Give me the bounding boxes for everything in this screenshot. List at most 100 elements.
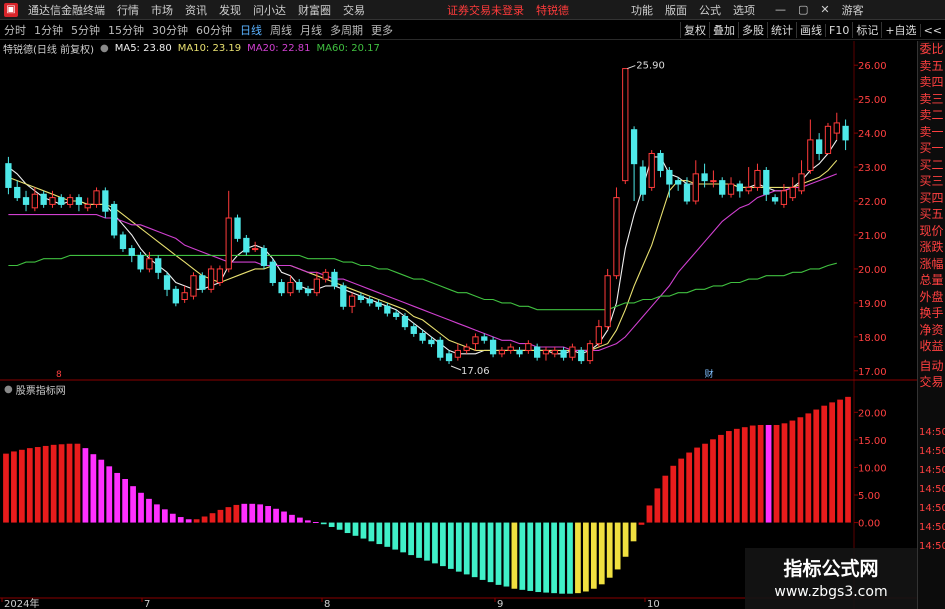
side-panel-item[interactable]: 卖一 (918, 124, 945, 141)
candle-body (269, 261, 276, 284)
watermark-title: 指标公式网 (783, 558, 879, 580)
minimize-icon[interactable]: — (769, 3, 792, 16)
menu-item-exchange[interactable]: 市场 (145, 2, 179, 18)
time-label: 14:50 (919, 541, 945, 552)
candle-body (736, 183, 743, 192)
candle-body (40, 193, 47, 205)
histogram-bar (392, 522, 399, 550)
histogram-bar (622, 522, 629, 557)
histogram-bar (249, 503, 256, 523)
time-label: 14:50 (919, 503, 945, 514)
menu-item-wealth[interactable]: 财富圈 (292, 2, 337, 18)
period-tab-60min[interactable]: 60分钟 (192, 22, 236, 38)
side-panel-item[interactable]: 换手 (918, 305, 945, 322)
menu-item-ask[interactable]: 问小达 (247, 2, 292, 18)
settings-dot-icon[interactable]: ● (4, 384, 13, 395)
side-panel-item[interactable]: 涨跌 (918, 239, 945, 256)
side-panel-item[interactable]: 净资 (918, 322, 945, 339)
candle-body (578, 349, 585, 362)
menu-item-layout[interactable]: 版面 (659, 2, 693, 18)
histogram-bar (289, 514, 295, 523)
candle-body (340, 285, 347, 307)
watermark-url: www.zbgs3.com (774, 584, 888, 600)
histogram-bar (646, 505, 653, 523)
period-toolbar: 分时 1分钟 5分钟 15分钟 30分钟 60分钟 日线 周线 月线 多周期 更… (0, 21, 945, 40)
candle-body (675, 180, 682, 185)
side-panel-item[interactable]: 总量 (918, 272, 945, 289)
x-tick-label: 9 (497, 599, 503, 609)
side-panel-item[interactable]: 买五 (918, 206, 945, 223)
candle-body (75, 197, 83, 205)
side-panel-item[interactable]: 卖五 (918, 58, 945, 75)
histogram-bar (26, 448, 33, 523)
period-tab-5min[interactable]: 5分钟 (67, 22, 104, 38)
period-tab-weekly[interactable]: 周线 (266, 22, 296, 38)
add-watchlist-button[interactable]: +自选 (881, 22, 919, 38)
close-icon[interactable]: ✕ (814, 3, 835, 16)
adjust-button[interactable]: 复权 (680, 22, 709, 38)
histogram-bar (487, 522, 494, 583)
menu-item-formula[interactable]: 公式 (693, 2, 727, 18)
collapse-panel-button[interactable]: << (919, 23, 945, 37)
side-panel-item[interactable]: 卖二 (918, 107, 945, 124)
period-tab-more[interactable]: 更多 (367, 22, 397, 38)
side-panel-item[interactable]: 现价 (918, 223, 945, 240)
menu-item-trade[interactable]: 交易 (337, 2, 371, 18)
side-panel-item[interactable]: 卖四 (918, 74, 945, 91)
candle-body (604, 275, 611, 328)
period-tab-multi[interactable]: 多周期 (326, 22, 367, 38)
stock-chart[interactable]: 25.90 17.06 8 财 26.00 25.00 24.00 23.00 22.00 21… (0, 41, 917, 609)
candle-body (190, 275, 197, 297)
side-panel-item[interactable]: 买一 (918, 140, 945, 157)
histogram-bar (535, 522, 542, 593)
draw-line-button[interactable]: 画线 (796, 22, 825, 38)
f10-button[interactable]: F10 (825, 23, 852, 37)
histogram-bar (265, 506, 271, 523)
histogram-bar (726, 431, 732, 523)
histogram-bar (821, 405, 828, 523)
histogram-bar (130, 486, 136, 523)
period-tab-1min[interactable]: 1分钟 (30, 22, 67, 38)
menu-item-discover[interactable]: 发现 (213, 2, 247, 18)
side-panel-item[interactable]: 外盘 (918, 289, 945, 306)
maximize-icon[interactable]: ▢ (792, 3, 814, 16)
candle-body (498, 349, 506, 355)
menu-item-options[interactable]: 选项 (727, 2, 761, 18)
side-panel-item[interactable]: 买三 (918, 173, 945, 190)
menu-item-function[interactable]: 功能 (625, 2, 659, 18)
mark-button[interactable]: 标记 (852, 22, 881, 38)
candle-body (137, 254, 144, 270)
menu-item-market[interactable]: 行情 (111, 2, 145, 18)
app-logo-icon: ▣ (4, 2, 18, 17)
candle-body (278, 282, 285, 294)
side-panel-item[interactable]: 交易 (918, 374, 945, 391)
histogram-bar (74, 443, 81, 523)
histogram-bar (670, 465, 677, 523)
multi-stock-button[interactable]: 多股 (738, 22, 767, 38)
x-tick-label: 8 (324, 599, 330, 609)
period-tab-30min[interactable]: 30分钟 (148, 22, 192, 38)
overlay-button[interactable]: 叠加 (709, 22, 738, 38)
period-tab-daily[interactable]: 日线 (236, 22, 266, 38)
login-notice[interactable]: 证券交易未登录 (441, 2, 530, 18)
period-tab-15min[interactable]: 15分钟 (104, 22, 148, 38)
side-panel-item[interactable]: 涨幅 (918, 256, 945, 273)
y-tick-label: 5.00 (858, 491, 880, 502)
side-panel-item[interactable]: 买二 (918, 157, 945, 174)
side-panel-item[interactable]: 收益 (918, 338, 945, 355)
candle-body (639, 166, 647, 195)
side-panel-item[interactable]: 委比 (918, 41, 945, 58)
stats-button[interactable]: 统计 (767, 22, 796, 38)
side-panel-item[interactable]: 买四 (918, 190, 945, 207)
site-watermark: 指标公式网 www.zbgs3.com (745, 548, 917, 609)
menu-item-news[interactable]: 资讯 (179, 2, 213, 18)
period-tab-monthly[interactable]: 月线 (296, 22, 326, 38)
histogram-bar (233, 504, 240, 523)
histogram-bar (400, 522, 407, 553)
guest-label[interactable]: 游客 (836, 2, 870, 18)
side-panel-item[interactable]: 自动 (918, 358, 945, 375)
period-tab-tick[interactable]: 分时 (0, 22, 30, 38)
side-panel-item[interactable]: 卖三 (918, 91, 945, 108)
time-label: 14:50 (919, 427, 945, 438)
histogram-bar (328, 522, 335, 527)
